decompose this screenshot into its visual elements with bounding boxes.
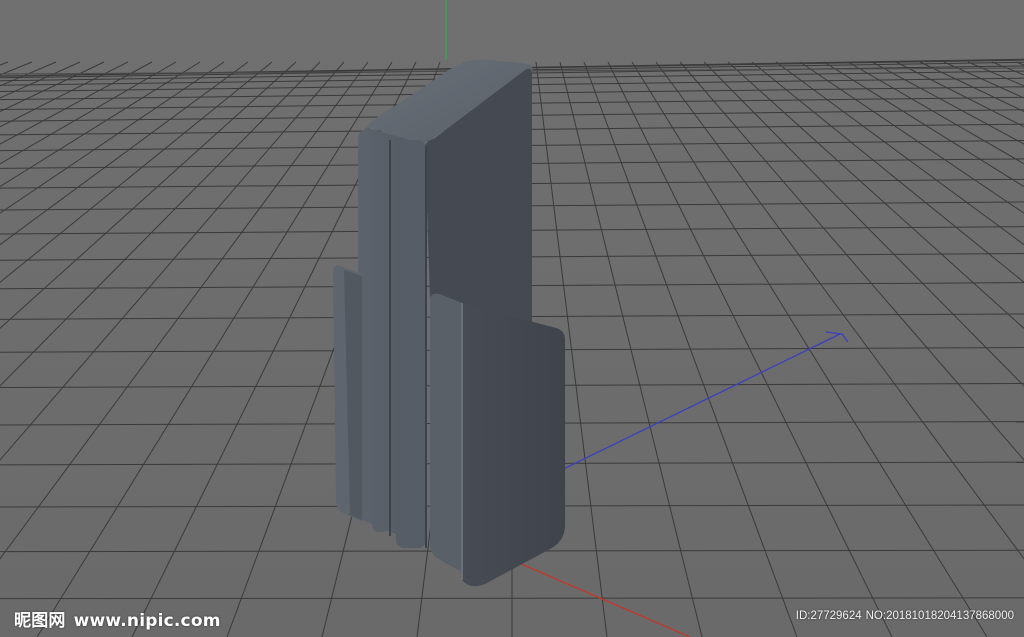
watermark-id-text: ID:27729624: [795, 610, 862, 622]
rib-1: [372, 136, 390, 532]
watermark-site-url: www.nipic.com: [73, 611, 221, 631]
viewport-scene[interactable]: [0, 0, 1024, 637]
watermark-brand-name: 昵图网: [14, 611, 66, 631]
3d-viewport[interactable]: 昵图网 www.nipic.com ID:27729624 NO:201810182…: [0, 0, 1024, 637]
3d-building-object[interactable]: [333, 59, 566, 587]
front-block-left-face: [430, 293, 462, 572]
watermark-id: ID:27729624 NO:20181018204137868000: [796, 610, 1014, 622]
watermark-brand: 昵图网 www.nipic.com: [14, 606, 221, 631]
watermark-no-text: NO:20181018204137868000: [865, 610, 1014, 622]
front-block-front-face: [462, 303, 566, 587]
rib-2: [396, 140, 426, 548]
